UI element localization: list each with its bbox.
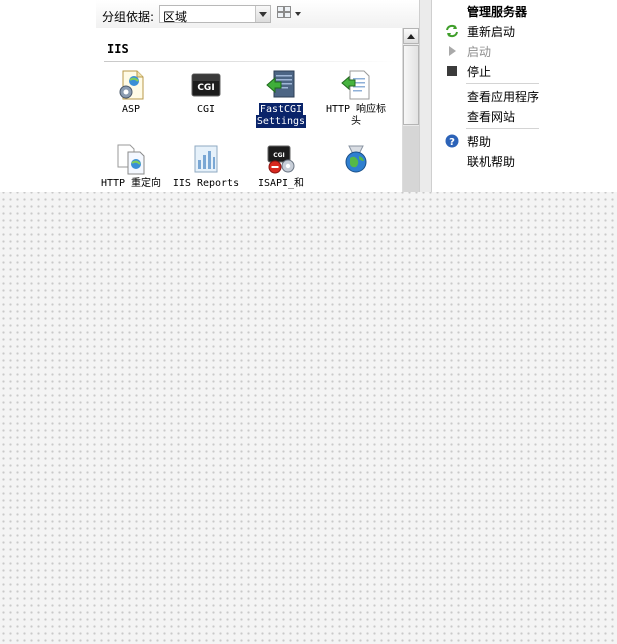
view-app-pools-label: 查看应用程序 <box>467 90 539 104</box>
restart-label: 重新启动 <box>467 25 516 39</box>
stop-action[interactable]: 停止 <box>432 62 539 80</box>
view-sites-action[interactable]: 查看网站 <box>432 107 539 125</box>
feature-label: ASP <box>121 104 141 115</box>
http-redirect-icon <box>117 144 145 175</box>
view-app-pools-action[interactable]: 查看应用程序 <box>432 87 539 105</box>
svg-text:CGI: CGI <box>273 152 285 159</box>
stop-label: 停止 <box>467 65 492 79</box>
actions-separator <box>466 83 539 84</box>
svg-text:?: ? <box>449 137 455 148</box>
panel-splitter[interactable] <box>419 0 432 192</box>
help-label: 帮助 <box>467 135 492 149</box>
group-divider <box>104 61 396 62</box>
scroll-track[interactable] <box>403 126 419 192</box>
help-action[interactable]: ? 帮助 <box>432 132 539 150</box>
scroll-thumb[interactable] <box>403 45 419 125</box>
feature-label: IIS Reports <box>172 178 240 189</box>
features-toolbar: 分组依据: 区域 <box>96 0 419 29</box>
help-icon: ? <box>445 134 459 148</box>
features-view-panel: 分组依据: 区域 IIS ASP CGI CGI FastCGI Setting… <box>96 0 419 192</box>
http-response-headers-icon <box>341 70 370 100</box>
right-blank-area <box>539 0 617 192</box>
cgi-icon: CGI <box>191 73 221 97</box>
iis-manager-screenshot: 分组依据: 区域 IIS ASP CGI CGI FastCGI Setting… <box>0 0 617 192</box>
online-help-action[interactable]: 联机帮助 <box>432 152 539 170</box>
actions-separator <box>466 128 539 129</box>
restart-action[interactable]: 重新启动 <box>432 22 539 40</box>
stop-icon <box>447 66 457 76</box>
restart-icon <box>446 24 458 38</box>
asp-icon <box>119 70 144 100</box>
manage-server-title: 管理服务器 <box>467 5 528 19</box>
left-blank-area <box>0 0 96 192</box>
group-by-label: 分组依据: <box>102 10 155 24</box>
globe-icon <box>345 145 367 173</box>
iis-reports-icon <box>194 145 218 173</box>
chevron-down-icon[interactable] <box>255 6 270 22</box>
view-sites-label: 查看网站 <box>467 110 516 124</box>
online-help-label: 联机帮助 <box>467 155 516 169</box>
group-by-select[interactable]: 区域 <box>159 5 271 24</box>
isapi-cgi-restrictions-icon: CGI <box>267 145 295 174</box>
scroll-up-button[interactable] <box>403 28 419 44</box>
feature-label: CGI <box>196 104 216 115</box>
feature-label-selected: FastCGI Settings <box>255 103 307 128</box>
feature-label: HTTP 响应标头 <box>325 104 387 127</box>
svg-text:CGI: CGI <box>197 83 214 93</box>
play-icon <box>449 46 456 56</box>
features-scrollbar[interactable] <box>402 28 419 192</box>
view-mode-button[interactable] <box>277 6 303 22</box>
start-action[interactable]: 启动 <box>432 42 539 60</box>
fastcgi-settings-icon <box>266 70 295 98</box>
manage-server-header: 管理服务器 <box>432 2 539 20</box>
feature-label: HTTP 重定向 <box>100 178 162 189</box>
features-list: IIS ASP CGI CGI FastCGI Settings HTTP 响应… <box>96 28 402 192</box>
start-label: 启动 <box>467 45 492 59</box>
group-by-value: 区域 <box>163 10 188 24</box>
chevron-down-icon <box>295 12 301 16</box>
group-header-iis: IIS <box>107 42 129 56</box>
actions-panel: 管理服务器 重新启动 启动 停止 查看应用程序 查看网站 ? 帮助 联机帮助 <box>432 0 539 192</box>
feature-label: ISAPI_和 <box>257 178 305 189</box>
